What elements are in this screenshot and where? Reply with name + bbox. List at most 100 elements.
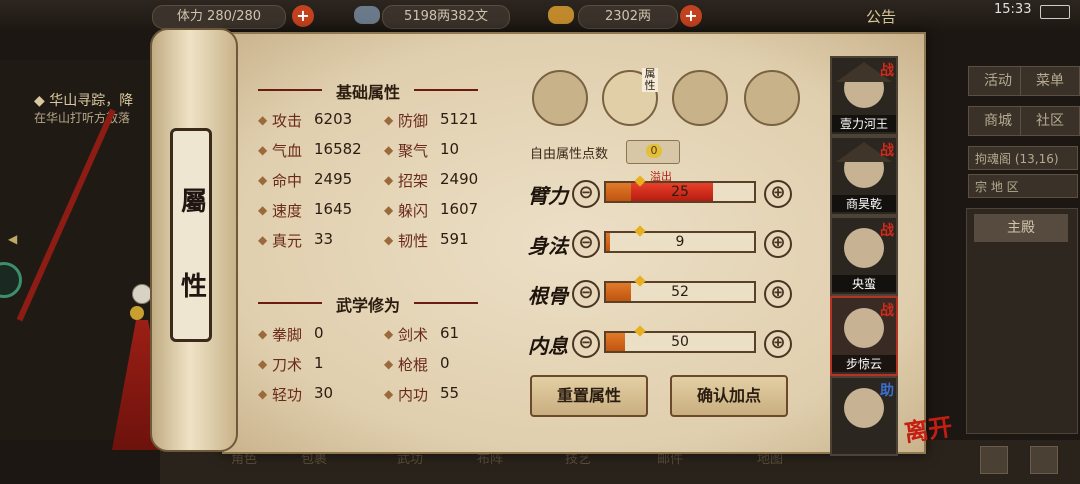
stat-value: 10 (440, 140, 460, 158)
tab-attribute-label: 属性 (642, 68, 658, 92)
hero-role-tag: 助 (880, 383, 894, 399)
stat-diamond-icon: ◆ (384, 203, 394, 217)
stat-value: 33 (314, 230, 334, 248)
stat-value: 16582 (314, 140, 362, 158)
minus-button[interactable]: ⊖ (572, 330, 600, 358)
hero-card[interactable]: 战商昊乾 (830, 136, 898, 216)
attribute-value: 50 (671, 334, 689, 350)
scroll-title-label: 屬 性 (170, 128, 212, 342)
hero-role-tag: 战 (880, 303, 894, 319)
square-button-2[interactable] (1030, 446, 1058, 474)
plus-button[interactable]: ⊕ (764, 230, 792, 258)
collapse-arrow-icon[interactable]: ◀ (8, 232, 17, 246)
scroll-title-char: 性 (180, 272, 207, 302)
hero-card[interactable]: 战壹力河王 (830, 56, 898, 136)
free-points-label: 自由属性点数 (530, 147, 609, 162)
attribute-value: 9 (675, 234, 685, 250)
stat-name: 招架 (398, 172, 429, 190)
attribute-calligraphy-name: 身法 (528, 234, 568, 258)
shop-button[interactable]: 商城 (968, 106, 1028, 136)
martial-title: 武学修为 (335, 296, 400, 315)
stat-diamond-icon: ◆ (258, 143, 268, 157)
basic-attributes-title: 基础属性 (335, 83, 400, 102)
plus-button[interactable]: ⊕ (764, 330, 792, 358)
stat-name: 气血 (272, 142, 303, 160)
attribute-calligraphy-name: 臂力 (528, 184, 568, 208)
gold-bead (130, 306, 144, 320)
stat-value: 591 (440, 230, 469, 248)
attribute-calligraphy-name: 根骨 (528, 284, 568, 308)
minus-button[interactable]: ⊖ (572, 280, 600, 308)
stat-value: 5121 (440, 110, 479, 128)
stat-name: 防御 (398, 112, 429, 130)
stat-diamond-icon: ◆ (384, 327, 394, 341)
attribute-bar: 50 (604, 325, 756, 353)
martial-stat-value: 0 (440, 354, 450, 372)
hero-role-tag: 战 (880, 223, 894, 239)
stat-diamond-icon: ◆ (384, 387, 394, 401)
stat-diamond-icon: ◆ (258, 327, 268, 341)
stat-value: 6203 (314, 110, 353, 128)
leave-button[interactable]: 离开 (902, 407, 954, 448)
plus-button[interactable]: ⊕ (764, 280, 792, 308)
activity-button[interactable]: 活动 (968, 66, 1028, 96)
stat-name: 韧性 (398, 232, 429, 250)
clock: 15:33 (994, 2, 1032, 17)
attribute-value: 52 (671, 284, 689, 300)
stat-diamond-icon: ◆ (258, 113, 268, 127)
jade-bead (132, 284, 152, 304)
menu-button[interactable]: 菜单 (1020, 66, 1080, 96)
hero-name: 商昊乾 (832, 195, 896, 212)
stat-name: 速度 (272, 202, 303, 220)
hero-avatar (844, 308, 884, 348)
bagua-icon[interactable] (672, 70, 728, 126)
confirm-points-button[interactable]: 确认加点 (670, 375, 788, 417)
minus-button[interactable]: ⊖ (572, 180, 600, 208)
stat-value: 2490 (440, 170, 479, 188)
location-label: 拘魂阁 (13,16) (968, 146, 1078, 170)
martial-stat-name: 内功 (398, 386, 429, 404)
attribute-bar: 9 (604, 225, 756, 253)
hero-name: 壹力河王 (832, 115, 896, 132)
martial-stat-value: 30 (314, 384, 334, 402)
martial-stat-name: 拳脚 (272, 326, 303, 344)
stat-name: 攻击 (272, 112, 303, 130)
martial-stat-name: 轻功 (272, 386, 303, 404)
stat-name: 躲闪 (398, 202, 429, 220)
gold-ingot-icon (548, 6, 574, 24)
hero-card[interactable]: 战央蛮 (830, 216, 898, 296)
hero-name: 央蛮 (832, 275, 896, 292)
stat-diamond-icon: ◆ (258, 357, 268, 371)
stat-diamond-icon: ◆ (384, 233, 394, 247)
main-hall-button[interactable]: 主殿 (974, 214, 1068, 242)
plus-button[interactable]: ⊕ (764, 180, 792, 208)
notice-button[interactable]: 公告 (866, 6, 896, 27)
reset-attributes-button[interactable]: 重置属性 (530, 375, 648, 417)
free-points-value: 0 (646, 144, 662, 158)
add-stamina-button[interactable]: + (292, 5, 314, 27)
quest-title[interactable]: ◆ 华山寻踪，降 (34, 90, 133, 110)
hero-portrait-icon[interactable] (532, 70, 588, 126)
martial-stat-value: 61 (440, 324, 460, 342)
hero-role-tag: 战 (880, 63, 894, 79)
meridian-body-icon[interactable] (744, 70, 800, 126)
martial-stat-name: 刀术 (272, 356, 303, 374)
community-button[interactable]: 社区 (1020, 106, 1080, 136)
stat-diamond-icon: ◆ (384, 357, 394, 371)
attribute-bar: 25 (604, 175, 756, 203)
stat-diamond-icon: ◆ (258, 203, 268, 217)
stat-value: 2495 (314, 170, 353, 188)
hero-card[interactable]: 战步惊云 (830, 296, 898, 376)
stat-diamond-icon: ◆ (258, 173, 268, 187)
square-button-1[interactable] (980, 446, 1008, 474)
gold-display: 2302两 (578, 5, 678, 29)
martial-stat-name: 剑术 (398, 326, 429, 344)
minus-button[interactable]: ⊖ (572, 230, 600, 258)
stat-diamond-icon: ◆ (258, 233, 268, 247)
hero-card[interactable]: 助 (830, 376, 898, 456)
attribute-calligraphy-name: 内息 (528, 334, 568, 358)
attribute-value: 25 (671, 184, 689, 200)
location-sub[interactable]: 宗 地 区 (968, 174, 1078, 198)
hero-avatar (844, 228, 884, 268)
add-gold-button[interactable]: + (680, 5, 702, 27)
